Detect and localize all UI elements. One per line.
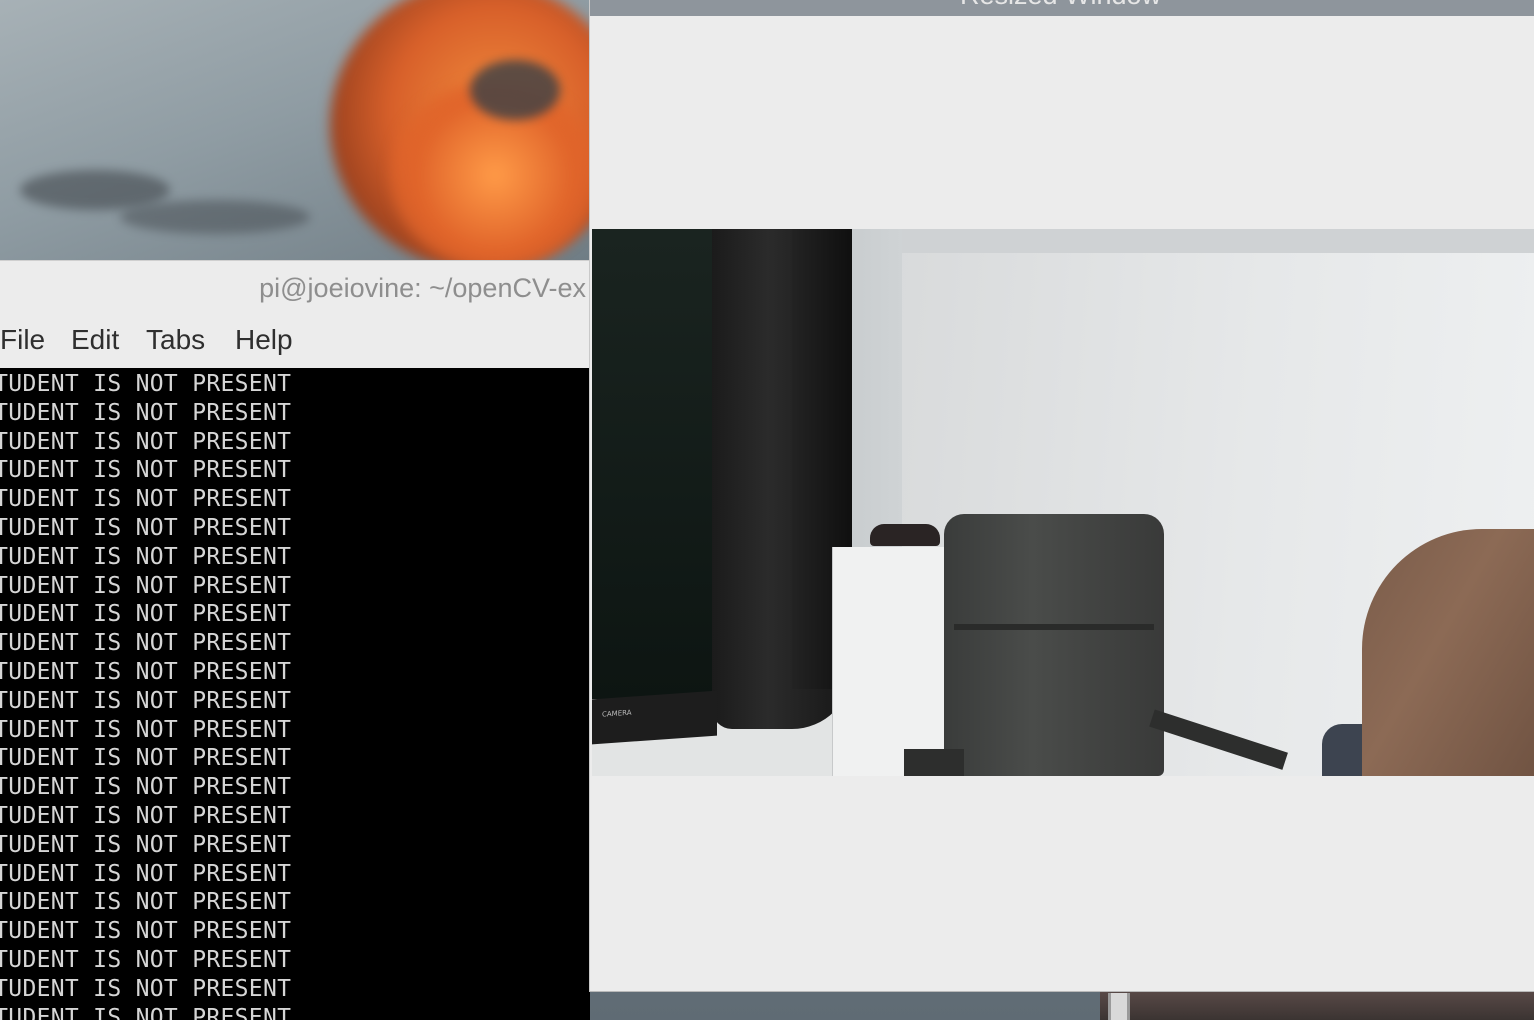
- terminal-line: STUDENT IS NOT PRESENT: [0, 601, 292, 628]
- chair-arm-left: [904, 749, 964, 776]
- terminal-line: STUDENT IS NOT PRESENT: [0, 457, 292, 484]
- menu-edit[interactable]: Edit: [71, 324, 119, 356]
- cv-window-title: Resized Window: [960, 0, 1161, 11]
- terminal-menubar: File Edit Tabs Help: [0, 316, 590, 369]
- terminal-line: STUDENT IS NOT PRESENT: [0, 975, 292, 1002]
- terminal-line: STUDENT IS NOT PRESENT: [0, 889, 292, 916]
- terminal-line: STUDENT IS NOT PRESENT: [0, 630, 292, 657]
- opencv-window[interactable]: Resized Window CAMERA: [589, 0, 1534, 992]
- wallpaper-bottom: [1100, 990, 1534, 1020]
- camera-box: CAMERA: [592, 690, 717, 745]
- resize-handle[interactable]: [1108, 993, 1130, 1020]
- camera-frame: CAMERA: [592, 229, 1534, 776]
- terminal-line: STUDENT IS NOT PRESENT: [0, 918, 292, 945]
- terminal-line: STUDENT IS NOT PRESENT: [0, 1004, 292, 1020]
- terminal-title: pi@joeiovine: ~/openCV-ex: [259, 273, 586, 303]
- cabinet: [832, 547, 953, 776]
- terminal-line: STUDENT IS NOT PRESENT: [0, 515, 292, 541]
- terminal-line: STUDENT IS NOT PRESENT: [0, 687, 292, 714]
- menu-file[interactable]: File: [0, 324, 45, 356]
- office-chair: [944, 514, 1164, 776]
- cv-titlebar[interactable]: Resized Window: [590, 0, 1534, 16]
- wallpaper: [0, 0, 630, 270]
- terminal-line: STUDENT IS NOT PRESENT: [0, 371, 292, 397]
- camera-box-label: CAMERA: [602, 708, 632, 719]
- terminal-line: STUDENT IS NOT PRESENT: [0, 428, 292, 455]
- chair-seam: [954, 624, 1154, 630]
- menu-help[interactable]: Help: [235, 324, 293, 356]
- terminal-line: STUDENT IS NOT PRESENT: [0, 831, 292, 858]
- terminal-line: STUDENT IS NOT PRESENT: [0, 659, 292, 685]
- terminal-line: STUDENT IS NOT PRESENT: [0, 543, 292, 570]
- menu-tabs[interactable]: Tabs: [146, 324, 205, 356]
- desktop: pi@joeiovine: ~/openCV-ex File Edit Tabs…: [0, 0, 1534, 1020]
- dark-cloud-low-2: [120, 200, 310, 234]
- terminal-window[interactable]: pi@joeiovine: ~/openCV-ex File Edit Tabs…: [0, 260, 590, 1020]
- terminal-line: STUDENT IS NOT PRESENT: [0, 803, 292, 829]
- terminal-line: STUDENT IS NOT PRESENT: [0, 745, 292, 772]
- terminal-line: STUDENT IS NOT PRESENT: [0, 572, 292, 599]
- room-window: [592, 229, 712, 699]
- terminal-titlebar[interactable]: pi@joeiovine: ~/openCV-ex: [0, 260, 590, 317]
- terminal-line: STUDENT IS NOT PRESENT: [0, 486, 292, 513]
- telephone: [870, 524, 940, 546]
- terminal-line: STUDENT IS NOT PRESENT: [0, 860, 292, 887]
- room-ceiling: [842, 229, 1534, 253]
- dark-cloud-patch: [470, 60, 560, 120]
- terminal-line: STUDENT IS NOT PRESENT: [0, 716, 292, 743]
- terminal-line: STUDENT IS NOT PRESENT: [0, 774, 292, 801]
- terminal-line: STUDENT IS NOT PRESENT: [0, 399, 292, 426]
- terminal-line: STUDENT IS NOT PRESENT: [0, 947, 292, 973]
- terminal-output[interactable]: STUDENT IS NOT PRESENT STUDENT IS NOT PRE…: [0, 368, 590, 1020]
